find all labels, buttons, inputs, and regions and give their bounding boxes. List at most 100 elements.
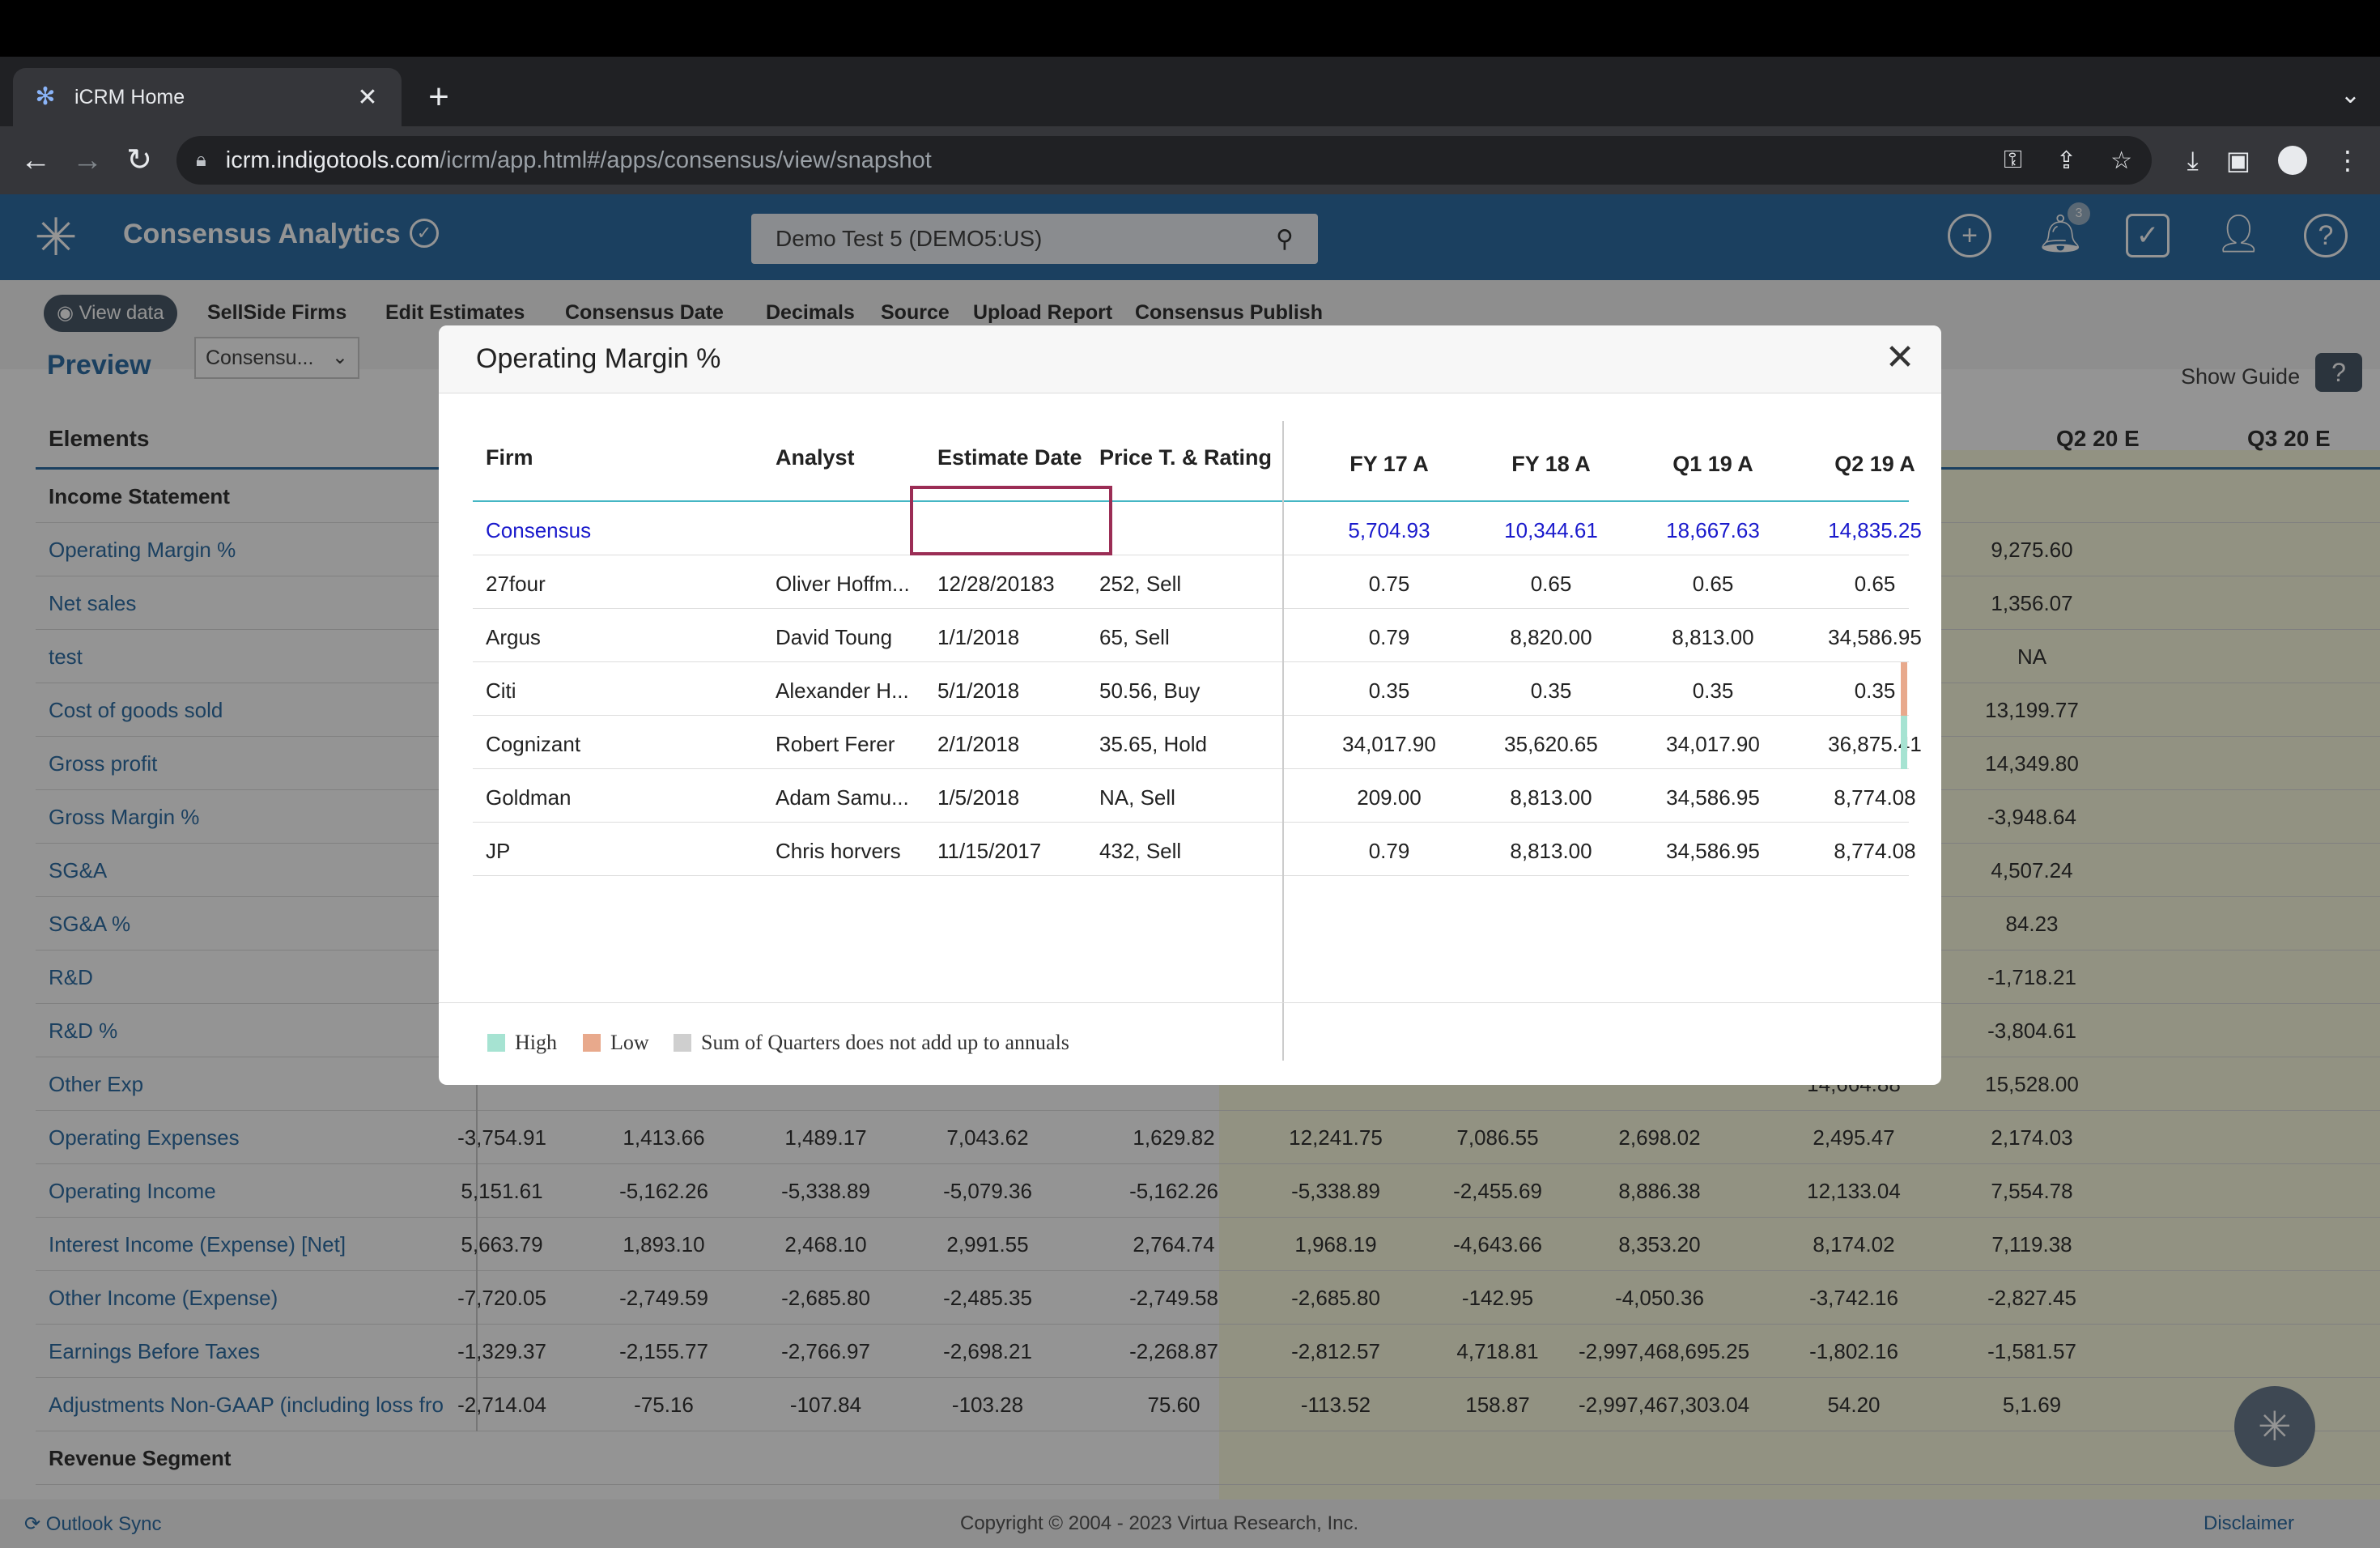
- estimate-value-cell[interactable]: 8,774.08: [1794, 839, 1941, 864]
- price-rating-cell[interactable]: 252, Sell: [1099, 572, 1269, 597]
- analyst-cell[interactable]: Alexander H...: [776, 678, 921, 704]
- legend-low-label: Low: [610, 1031, 649, 1054]
- estimate-value-cell[interactable]: 34,586.95: [1632, 785, 1794, 810]
- analyst-cell[interactable]: David Toung: [776, 625, 921, 650]
- tab-title: iCRM Home: [74, 85, 185, 108]
- estimate-value-cell[interactable]: 8,774.08: [1794, 785, 1941, 810]
- estimate-value-cell[interactable]: 8,813.00: [1470, 839, 1632, 864]
- browser-tab[interactable]: ✻ iCRM Home ✕: [13, 68, 402, 126]
- table-row[interactable]: 27four Oliver Hoffm... 12/28/20183 252, Sel…: [473, 555, 1909, 609]
- firm-cell[interactable]: 27four: [486, 572, 631, 597]
- header-estimate-date[interactable]: Estimate Date: [937, 445, 1091, 470]
- estimate-date-cell[interactable]: 2/1/2018: [937, 732, 1091, 757]
- table-row[interactable]: JP Chris horvers 11/15/2017 432, Sell 0.79 8,…: [473, 823, 1916, 876]
- price-rating-cell[interactable]: 65, Sell: [1099, 625, 1269, 650]
- legend-low-swatch: [583, 1034, 601, 1052]
- download-icon[interactable]: ⤓: [2187, 141, 2199, 180]
- share-icon[interactable]: ⇪: [2056, 147, 2076, 175]
- estimate-value-cell[interactable]: 8,813.00: [1470, 785, 1632, 810]
- header-firm[interactable]: Firm: [486, 445, 631, 470]
- consensus-value: 5,704.93: [1348, 518, 1430, 542]
- back-arrow-icon[interactable]: ←: [16, 141, 55, 180]
- browser-address-bar: ← → ↻ 🔒︎ icrm.indigotools.com/icrm/app.h…: [0, 126, 2380, 194]
- side-panel-icon[interactable]: ▣: [2226, 141, 2250, 180]
- consensus-row: Consensus 5,704.93 10,344.61 18,667.63 1…: [473, 502, 1922, 555]
- estimate-value-cell[interactable]: 0.65: [1632, 572, 1794, 597]
- estimate-value-cell[interactable]: 0.65: [1470, 572, 1632, 597]
- estimate-value-cell[interactable]: 0.79: [1308, 625, 1470, 650]
- header-analyst[interactable]: Analyst: [776, 445, 921, 470]
- price-rating-cell[interactable]: 432, Sell: [1099, 839, 1269, 864]
- consensus-value: 14,835.25: [1828, 518, 1922, 542]
- estimate-value-cell[interactable]: 36,875.41: [1794, 732, 1941, 757]
- bookmark-star-icon[interactable]: ☆: [2110, 147, 2132, 175]
- forward-arrow-icon[interactable]: →: [68, 141, 107, 180]
- url-host: icrm.indigotools.com: [225, 147, 440, 173]
- estimate-value-cell[interactable]: 34,017.90: [1308, 732, 1470, 757]
- analyst-cell[interactable]: Oliver Hoffm...: [776, 572, 921, 597]
- estimate-value-cell[interactable]: 8,820.00: [1470, 625, 1632, 650]
- estimate-value-cell[interactable]: 0.75: [1308, 572, 1470, 597]
- header-q2-19a[interactable]: Q2 19 A: [1794, 452, 1941, 477]
- estimate-value-cell[interactable]: 0.65: [1794, 572, 1941, 597]
- modal-header: Operating Margin % ✕: [439, 325, 1941, 393]
- estimate-value-cell[interactable]: 0.35: [1470, 678, 1632, 704]
- reload-icon[interactable]: ↻: [120, 141, 159, 180]
- table-row[interactable]: Citi Alexander H... 5/1/2018 50.56, Buy 0.35…: [473, 662, 1909, 716]
- price-rating-cell[interactable]: NA, Sell: [1099, 785, 1269, 810]
- browser-tab-strip: ✻ iCRM Home ✕ + ⌄: [0, 57, 2380, 126]
- estimate-date-cell[interactable]: 11/15/2017: [937, 839, 1091, 864]
- firm-cell[interactable]: Cognizant: [486, 732, 631, 757]
- estimate-value-cell[interactable]: 209.00: [1308, 785, 1470, 810]
- firm-cell[interactable]: Argus: [486, 625, 631, 650]
- estimate-date-cell[interactable]: 12/28/20183: [937, 572, 1091, 597]
- lock-icon: 🔒︎: [196, 149, 206, 171]
- estimate-date-cell[interactable]: 1/5/2018: [937, 785, 1091, 810]
- tab-search-chevron-icon[interactable]: ⌄: [2340, 81, 2361, 109]
- profile-icon[interactable]: [2278, 146, 2307, 175]
- analyst-cell[interactable]: Robert Ferer: [776, 732, 921, 757]
- operating-margin-modal: Operating Margin % ✕ Firm Analyst Estima…: [439, 325, 1941, 1085]
- key-icon[interactable]: ⚿: [2004, 147, 2022, 175]
- estimate-value-cell[interactable]: 35,620.65: [1470, 732, 1632, 757]
- estimate-value-cell[interactable]: 34,586.95: [1632, 839, 1794, 864]
- price-rating-cell[interactable]: 35.65, Hold: [1099, 732, 1269, 757]
- analyst-cell[interactable]: Chris horvers: [776, 839, 921, 864]
- firm-cell[interactable]: JP: [486, 839, 631, 864]
- consensus-value: 18,667.63: [1666, 518, 1760, 542]
- screen-top-bar: [0, 0, 2380, 57]
- estimate-date-cell[interactable]: 1/1/2018: [937, 625, 1091, 650]
- table-row[interactable]: Goldman Adam Samu... 1/5/2018 NA, Sell 209.0…: [473, 769, 1916, 823]
- estimate-value-cell[interactable]: 0.35: [1308, 678, 1470, 704]
- browser-menu-icon[interactable]: ⋮: [2335, 141, 2361, 180]
- column-divider: [1282, 421, 1284, 1061]
- legend-sum-swatch: [674, 1034, 691, 1052]
- header-fy17a[interactable]: FY 17 A: [1308, 452, 1470, 477]
- estimate-value-cell[interactable]: 0.35: [1794, 678, 1941, 704]
- new-tab-icon[interactable]: +: [421, 79, 457, 115]
- estimates-table-header: Firm Analyst Estimate Date Price T. & Ra…: [473, 421, 1915, 502]
- firm-cell[interactable]: Citi: [486, 678, 631, 704]
- table-row[interactable]: Argus David Toung 1/1/2018 65, Sell 0.79 8,82…: [473, 609, 1922, 662]
- legend-high: High: [487, 1031, 557, 1055]
- legend-sum-label: Sum of Quarters does not add up to annua…: [701, 1031, 1069, 1054]
- estimate-value-cell[interactable]: 0.35: [1632, 678, 1794, 704]
- header-fy18a[interactable]: FY 18 A: [1470, 452, 1632, 477]
- estimate-date-cell[interactable]: 5/1/2018: [937, 678, 1091, 704]
- table-row[interactable]: Cognizant Robert Ferer 2/1/2018 35.65, Hold…: [473, 716, 1922, 769]
- estimate-value-cell[interactable]: 0.79: [1308, 839, 1470, 864]
- close-icon[interactable]: ✕: [1880, 337, 1920, 378]
- header-price-rating[interactable]: Price T. & Rating: [1099, 445, 1281, 470]
- legend-low: Low: [583, 1031, 649, 1055]
- consensus-link[interactable]: Consensus: [486, 518, 591, 543]
- price-rating-cell[interactable]: 50.56, Buy: [1099, 678, 1269, 704]
- legend-sum-quarters: Sum of Quarters does not add up to annua…: [674, 1031, 1069, 1055]
- analyst-cell[interactable]: Adam Samu...: [776, 785, 921, 810]
- firm-cell[interactable]: Goldman: [486, 785, 631, 810]
- url-field[interactable]: 🔒︎ icrm.indigotools.com/icrm/app.html#/a…: [176, 136, 2152, 185]
- tab-close-icon[interactable]: ✕: [353, 83, 382, 112]
- header-q1-19a[interactable]: Q1 19 A: [1632, 452, 1794, 477]
- estimate-value-cell[interactable]: 34,586.95: [1794, 625, 1941, 650]
- estimate-value-cell[interactable]: 34,017.90: [1632, 732, 1794, 757]
- estimate-value-cell[interactable]: 8,813.00: [1632, 625, 1794, 650]
